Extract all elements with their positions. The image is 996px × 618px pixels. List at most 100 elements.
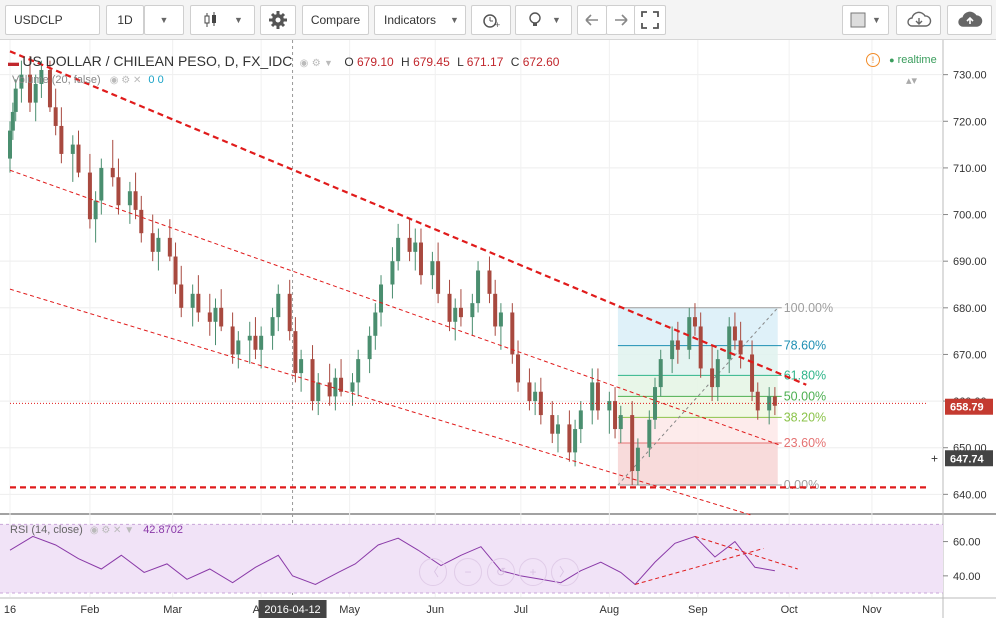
undo-icon [585,14,598,26]
candle-body [299,359,304,374]
candle-body [527,382,532,402]
candle-body [470,303,475,318]
rsi-tick-label: 40.00 [953,571,981,583]
candle-body [196,293,201,313]
chevron-down-icon[interactable]: ▼ [324,58,333,68]
chart-style-button[interactable]: ▼ [190,5,255,35]
alarm-clock-icon: + [483,14,500,30]
fib-zone [617,396,778,418]
collapse-icon[interactable]: ▬ [8,57,19,69]
candle-body [99,167,104,201]
symbol-label: USDCLP [14,13,63,27]
chevron-down-icon: ▼ [159,15,169,25]
candle-body [590,382,595,411]
template-button[interactable]: ▼ [515,5,572,35]
reset-button[interactable]: ↺ [487,558,515,586]
realtime-label: realtime [897,54,937,66]
candle-body [453,307,458,322]
pane-menu-icon[interactable]: ▴▾ [906,74,917,87]
zoom-out-button[interactable]: − [454,558,482,586]
volume-label: Volume (20, false) [12,74,101,86]
time-tick-label: Jul [514,604,528,616]
candle-body [687,317,692,350]
redo-button[interactable] [606,5,636,35]
realtime-indicator[interactable]: ! ● realtime [866,53,937,67]
settings-button[interactable] [260,5,296,35]
settings-mini-icon[interactable]: ⚙ [312,58,321,69]
candle-body [230,326,235,355]
zoom-in-button[interactable]: + [519,558,547,586]
candle-body [578,410,583,430]
candle-body [573,429,578,453]
status-dot-icon: ● [889,55,895,65]
load-layout-button[interactable] [896,5,941,35]
fib-level-label: 78.60% [784,339,826,353]
candle-body [447,293,452,322]
save-layout-button[interactable] [947,5,992,35]
crosshair-price-badge: 647.74 [950,453,985,465]
undo-button[interactable] [577,5,607,35]
candle-body [139,209,144,234]
candle-body [167,237,172,257]
scroll-right-button[interactable]: 〉 [551,558,579,586]
last-price-badge: 658.79 [950,402,984,414]
fib-zone [617,443,778,486]
candle-body [270,317,275,336]
fib-level-label: 0.00% [784,478,819,492]
layout-button[interactable]: ▼ [842,5,889,35]
candle-body [550,415,555,434]
candle-body [732,326,737,341]
low-label: L [457,55,464,69]
candle-body [253,335,258,350]
candle-body [53,107,58,126]
time-tick-label: May [339,604,360,616]
high-value: 679.45 [413,55,450,69]
candle-body [555,424,560,434]
candle-body [207,312,212,322]
candle-body [510,312,515,355]
interval-button[interactable]: 1D [106,5,144,35]
compare-button[interactable]: Compare [302,5,369,35]
cloud-upload-icon [957,11,982,27]
indicators-button[interactable]: Indicators ▼ [374,5,466,35]
candle-body [76,144,81,173]
candle-body [59,125,64,154]
candle-body [156,237,161,252]
candle-body [116,177,121,206]
candle-body [595,382,600,411]
eye-icon[interactable]: ◉ ⚙ ✕ [110,75,142,86]
candle-body [738,340,743,355]
candle-body [493,293,498,327]
candle-body [293,331,298,374]
price-tick-label: 640.00 [953,489,987,501]
candle-body [10,111,15,131]
candle-body [755,391,760,411]
candle-body [236,340,241,355]
chevron-down-icon: ▼ [552,15,561,25]
candle-body [333,377,338,397]
price-tick-label: 690.00 [953,256,987,268]
time-tick-label: Aug [600,604,620,616]
candle-body [70,144,75,154]
candle-body [390,261,395,285]
candle-body [710,368,715,388]
candle-body [173,256,178,285]
bar-style-dropdown[interactable]: ▼ [144,5,184,35]
scroll-left-button[interactable]: 〈 [419,558,447,586]
candle-body [213,307,218,322]
compare-label: Compare [310,13,361,27]
alert-button[interactable]: + [471,5,511,35]
candle-body [658,359,663,388]
candle-body [487,270,492,294]
candle-body [772,396,777,406]
fullscreen-button[interactable] [634,5,666,35]
redo-icon [615,14,628,26]
svg-text:+: + [495,20,500,30]
candle-body [635,447,640,472]
fib-zone [617,417,778,444]
eye-icon[interactable]: ◉ [300,58,309,69]
symbol-search[interactable]: USDCLP [5,5,100,35]
candle-body [13,88,18,112]
eye-icon[interactable]: ◉ ⚙ ✕ ▼ [90,525,134,536]
info-icon: ! [866,53,880,67]
